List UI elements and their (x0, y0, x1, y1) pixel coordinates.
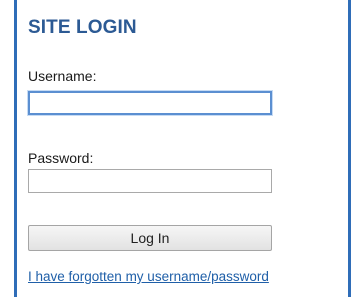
login-panel: SITE LOGIN Username: Password: Log In I … (14, 0, 351, 297)
password-label: Password: (28, 150, 94, 166)
username-label: Username: (28, 68, 97, 84)
password-input[interactable] (28, 169, 272, 193)
log-in-button[interactable]: Log In (28, 225, 272, 251)
panel-title: SITE LOGIN (28, 17, 137, 38)
username-input[interactable] (28, 91, 272, 115)
forgot-password-link[interactable]: I have forgotten my username/password (28, 269, 269, 284)
